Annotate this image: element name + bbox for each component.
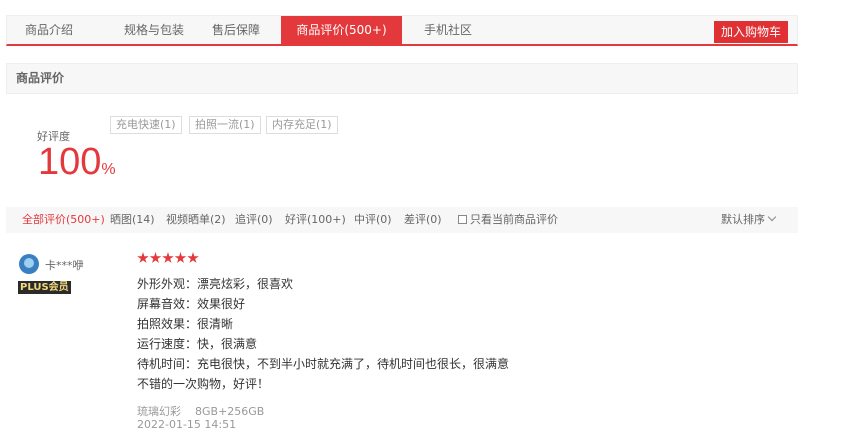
rating-score: 100% (38, 141, 116, 191)
filter-followup[interactable]: 追评(0) (235, 207, 273, 233)
reviewer-name: 卡***咿 (45, 259, 84, 272)
variant-color: 琉璃幻彩 (137, 405, 181, 418)
review-date: 2022-01-15 14:51 (137, 418, 237, 428)
tab-reviews[interactable]: 商品评价(500+) (281, 16, 402, 45)
variant-spec: 8GB+256GB (195, 405, 265, 418)
filter-neutral[interactable]: 中评(0) (354, 207, 392, 233)
review-line-battery: 待机时间：充电很快，不到半小时就充满了，待机时间也很长，很满意 (137, 357, 510, 371)
checkbox-icon[interactable] (458, 215, 467, 224)
filter-all[interactable]: 全部评价(500+) (22, 207, 105, 233)
tab-product-intro[interactable]: 商品介绍 (9, 16, 89, 45)
product-tabbar: 商品介绍 规格与包装 售后保障 商品评价(500+) 手机社区 加入购物车 (6, 15, 798, 46)
section-title: 商品评价 (16, 71, 65, 85)
review-line-appearance: 外形外观：漂亮炫彩，很喜欢 (137, 277, 294, 291)
tag-great-camera[interactable]: 拍照一流(1) (189, 116, 261, 134)
rating-unit: % (101, 161, 116, 178)
filter-negative[interactable]: 差评(0) (404, 207, 442, 233)
only-current-label: 只看当前商品评价 (470, 213, 558, 226)
filter-videos[interactable]: 视频晒单(2) (166, 207, 226, 233)
star-icon (137, 252, 149, 263)
tab-spec-packaging[interactable]: 规格与包装 (99, 16, 209, 45)
star-icon (162, 252, 174, 263)
plus-member-badge: PLUS会员 (18, 281, 71, 294)
filter-photos[interactable]: 晒图(14) (110, 207, 155, 233)
filter-positive[interactable]: 好评(100+) (285, 207, 346, 233)
rating-value: 100 (38, 141, 102, 183)
add-to-cart-button[interactable]: 加入购物车 (714, 21, 788, 43)
review-filter-bar: 全部评价(500+) 晒图(14) 视频晒单(2) 追评(0) 好评(100+)… (6, 207, 798, 233)
only-current-checkbox[interactable]: 只看当前商品评价 (458, 207, 558, 233)
purchased-variant: 琉璃幻彩 8GB+256GB (137, 403, 264, 419)
review-line-screen-audio: 屏幕音效：效果很好 (137, 297, 246, 311)
review-line-summary: 不错的一次购物，好评！ (137, 377, 270, 391)
sort-label: 默认排序 (721, 213, 765, 226)
review-line-speed: 运行速度：快，很满意 (137, 337, 258, 351)
chevron-down-icon (767, 212, 777, 222)
tag-enough-storage[interactable]: 内存充足(1) (266, 116, 338, 134)
star-icon (149, 252, 162, 263)
review-stars (137, 252, 200, 266)
star-icon (187, 252, 199, 263)
user-avatar (19, 254, 39, 274)
tab-phone-community[interactable]: 手机社区 (415, 16, 481, 45)
tag-fast-charging[interactable]: 充电快速(1) (110, 116, 182, 134)
sort-dropdown[interactable]: 默认排序 (721, 207, 777, 233)
tab-after-sales[interactable]: 售后保障 (205, 16, 267, 45)
section-header: 商品评价 (6, 63, 798, 94)
review-line-camera: 拍照效果：很清晰 (137, 317, 234, 331)
star-icon (174, 252, 187, 263)
